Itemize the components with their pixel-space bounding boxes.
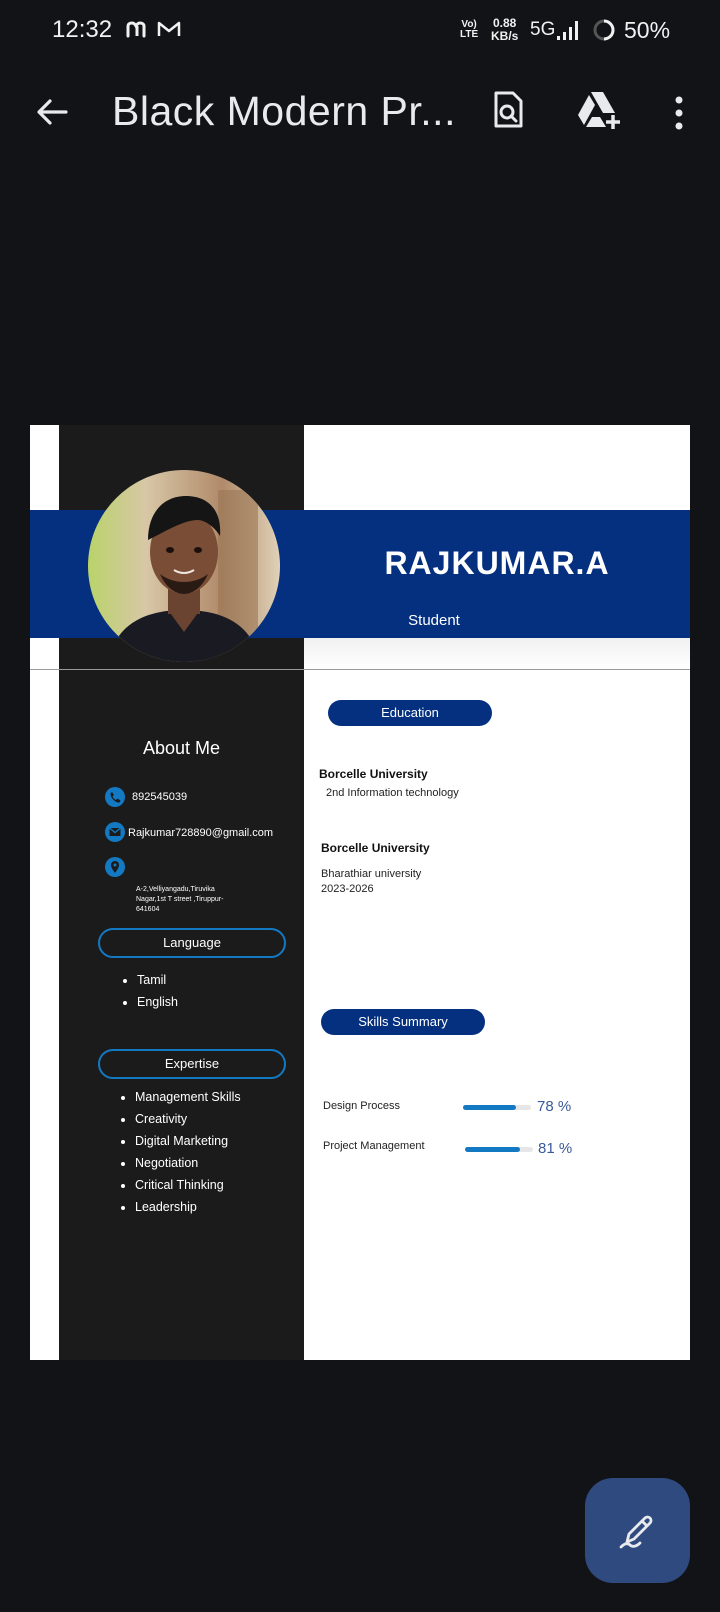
band-shadow — [304, 638, 690, 668]
skill-percent-1: 78 % — [537, 1098, 572, 1115]
email-text: Rajkumar728890@gmail.com — [128, 827, 274, 839]
mail-icon — [105, 822, 125, 842]
phone-icon — [105, 787, 125, 807]
language-list: Tamil English — [119, 969, 178, 1013]
education-school-2: Borcelle University — [321, 841, 430, 855]
list-item: Tamil — [137, 969, 178, 991]
expertise-list: Management Skills Creativity Digital Mar… — [117, 1086, 241, 1218]
skill-bar-2 — [465, 1147, 533, 1152]
list-item: Digital Marketing — [135, 1130, 241, 1152]
education-years-2: 2023-2026 — [321, 883, 374, 895]
expertise-heading: Expertise — [98, 1049, 286, 1079]
about-me-heading: About Me — [142, 738, 221, 758]
skill-name-2: Project Management — [323, 1140, 425, 1152]
add-to-drive-icon[interactable] — [576, 90, 622, 130]
document-page: RAJKUMAR.A Student About Me 892545039 Ra… — [30, 425, 690, 1360]
signal-icon — [557, 21, 578, 40]
edit-fab-button[interactable] — [585, 1478, 690, 1583]
network-speed: 0.88 KB/s — [491, 16, 519, 43]
list-item: Management Skills — [135, 1086, 241, 1108]
edit-pen-icon — [619, 1515, 653, 1549]
battery-ring-icon — [593, 19, 615, 41]
list-item: Negotiation — [135, 1152, 241, 1174]
list-item: Creativity — [135, 1108, 241, 1130]
list-item: Critical Thinking — [135, 1174, 241, 1196]
address-text: A-2,Velliyangadu,Tiruvika Nagar,1st T st… — [136, 886, 224, 913]
divider-line — [30, 669, 690, 670]
network-type: 5G — [530, 19, 556, 40]
education-heading: Education — [328, 700, 492, 726]
education-detail-1: 2nd Information technology — [326, 787, 459, 799]
education-school-1: Borcelle University — [319, 767, 428, 781]
list-item: English — [137, 991, 178, 1013]
profile-photo — [88, 470, 280, 662]
status-bar: 12:32 Vo) LTE 0.88 KB/s 5G 50% — [0, 0, 720, 62]
skill-bar-1 — [463, 1105, 531, 1110]
back-arrow-icon[interactable] — [34, 94, 70, 130]
status-time: 12:32 — [52, 16, 113, 43]
skill-name-1: Design Process — [323, 1100, 401, 1112]
phone-text: 892545039 — [132, 791, 188, 803]
document-title: Black Modern Pr... — [112, 88, 456, 134]
skill-percent-2: 81 % — [538, 1140, 573, 1157]
m-app-icon — [126, 21, 146, 38]
resume-role: Student — [408, 612, 460, 629]
skill-bar-fill-1 — [463, 1105, 517, 1110]
skill-bar-fill-2 — [465, 1147, 521, 1152]
skills-summary-heading: Skills Summary — [321, 1009, 485, 1035]
resume-name: RAJKUMAR.A — [384, 545, 610, 581]
gmail-icon — [157, 21, 181, 36]
location-pin-icon — [105, 857, 125, 877]
education-detail-2: Bharathiar university — [321, 868, 422, 880]
list-item: Leadership — [135, 1196, 241, 1218]
more-vert-icon[interactable] — [669, 95, 689, 131]
volte-indicator: Vo) LTE — [460, 19, 479, 40]
find-in-page-icon[interactable] — [490, 90, 526, 130]
language-heading: Language — [98, 928, 286, 958]
battery-percent: 50% — [624, 17, 671, 43]
